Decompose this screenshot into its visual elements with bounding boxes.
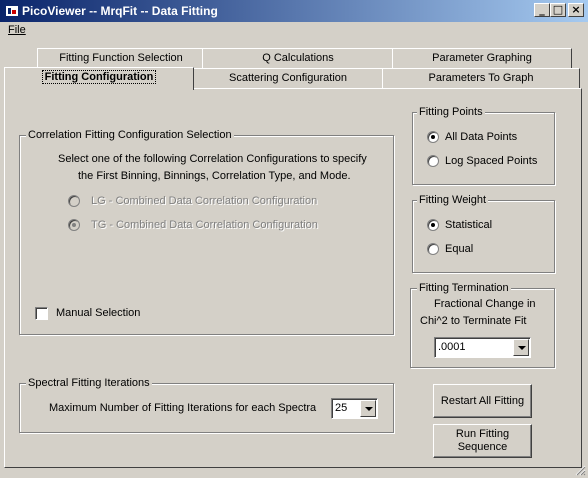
menu-file[interactable]: File bbox=[8, 24, 26, 36]
termination-combo[interactable]: .0001 bbox=[434, 337, 531, 358]
termination-value: .0001 bbox=[438, 341, 466, 353]
max-iterations-combo[interactable]: 25 bbox=[331, 398, 378, 419]
window-title: PicoViewer -- MrqFit -- Data Fitting bbox=[22, 4, 218, 18]
radio-statistical-label: Statistical bbox=[445, 219, 493, 231]
tab-parameters-to-graph[interactable]: Parameters To Graph bbox=[382, 68, 580, 88]
radio-lg[interactable] bbox=[68, 195, 80, 207]
tab-fitting-function-selection[interactable]: Fitting Function Selection bbox=[37, 48, 205, 68]
radio-tg-dot bbox=[72, 223, 76, 227]
radio-tg[interactable] bbox=[68, 219, 80, 231]
tab-scattering-configuration[interactable]: Scattering Configuration bbox=[192, 68, 384, 88]
fitting-weight-label: Fitting Weight bbox=[417, 194, 489, 206]
run-fitting-label-1: Run Fitting bbox=[455, 428, 510, 440]
radio-all-data-points-label: All Data Points bbox=[445, 131, 518, 143]
maximize-button[interactable]: □ bbox=[550, 3, 566, 17]
fitting-points-label: Fitting Points bbox=[417, 106, 485, 118]
restart-all-fitting-button[interactable]: Restart All Fitting bbox=[433, 384, 532, 418]
manual-selection-label: Manual Selection bbox=[56, 307, 141, 319]
tab-q-calculations[interactable]: Q Calculations bbox=[202, 48, 394, 68]
chevron-down-icon[interactable] bbox=[360, 400, 376, 417]
minimize-button[interactable]: _ bbox=[534, 3, 550, 17]
radio-lg-label: LG - Combined Data Correlation Configura… bbox=[91, 195, 318, 207]
tab-fitting-configuration-label: Fitting Configuration bbox=[41, 70, 157, 84]
radio-log-spaced-points-label: Log Spaced Points bbox=[445, 155, 538, 167]
radio-all-data-points[interactable] bbox=[427, 131, 439, 143]
correlation-instruction-2: the First Binning, Binnings, Correlation… bbox=[78, 170, 351, 182]
app-icon bbox=[6, 6, 18, 16]
restart-all-fitting-label: Restart All Fitting bbox=[440, 395, 525, 407]
fitting-termination-label: Fitting Termination bbox=[417, 282, 511, 294]
run-fitting-label-2: Sequence bbox=[457, 441, 508, 453]
fractional-change-line2: Chi^2 to Terminate Fit bbox=[420, 315, 527, 327]
tab-fitting-configuration[interactable]: Fitting Configuration bbox=[4, 67, 194, 90]
fitting-weight-group bbox=[412, 200, 555, 273]
fractional-change-line1: Fractional Change in bbox=[434, 298, 536, 310]
close-button[interactable]: × bbox=[568, 3, 584, 17]
correlation-instruction-1: Select one of the following Correlation … bbox=[58, 153, 367, 165]
chevron-down-icon[interactable] bbox=[513, 339, 529, 356]
radio-equal[interactable] bbox=[427, 243, 439, 255]
radio-tg-label: TG - Combined Data Correlation Configura… bbox=[91, 219, 318, 231]
max-iterations-value: 25 bbox=[335, 402, 348, 414]
max-iterations-label: Maximum Number of Fitting Iterations for… bbox=[49, 402, 317, 414]
radio-equal-label: Equal bbox=[445, 243, 474, 255]
fitting-points-group bbox=[412, 112, 555, 185]
spectral-group-label: Spectral Fitting Iterations bbox=[26, 377, 152, 389]
manual-selection-checkbox[interactable] bbox=[35, 307, 48, 320]
menu-bar: File bbox=[0, 22, 588, 40]
radio-statistical-dot bbox=[431, 223, 435, 227]
correlation-group bbox=[19, 135, 394, 335]
title-bar[interactable]: PicoViewer -- MrqFit -- Data Fitting _ □… bbox=[0, 0, 588, 22]
correlation-group-label: Correlation Fitting Configuration Select… bbox=[26, 129, 234, 141]
radio-log-spaced-points[interactable] bbox=[427, 155, 439, 167]
radio-all-data-points-dot bbox=[431, 135, 435, 139]
tab-parameter-graphing[interactable]: Parameter Graphing bbox=[392, 48, 572, 68]
run-fitting-sequence-button[interactable]: Run Fitting Sequence bbox=[433, 424, 532, 458]
radio-statistical[interactable] bbox=[427, 219, 439, 231]
